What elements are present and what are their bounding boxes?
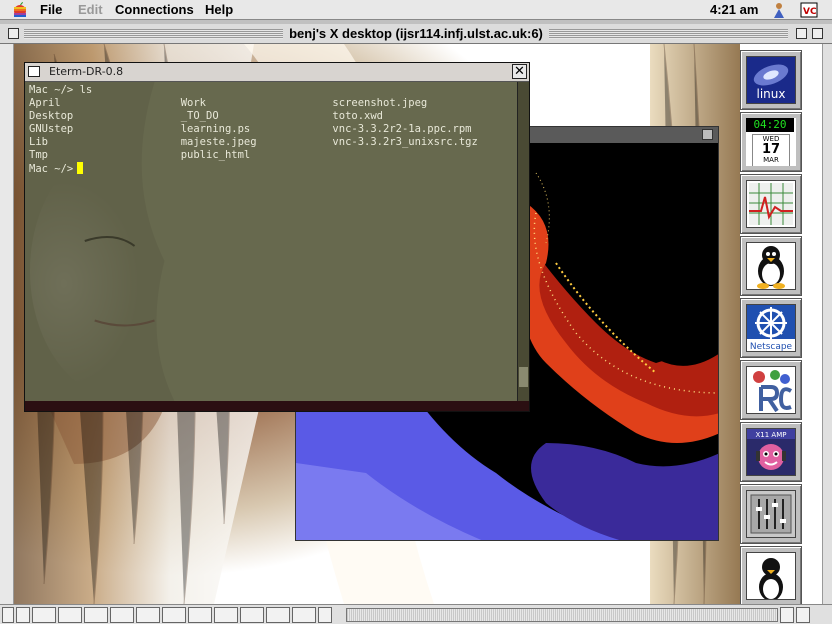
terminal-line: Desktop _TO_DO toto.xwd: [29, 110, 384, 122]
outer-window-title: benj's X desktop (ijsr114.infj.ulst.ac.u…: [283, 26, 549, 41]
menubar-clock[interactable]: 4:21 am: [710, 2, 758, 17]
strip-remote-icon[interactable]: [292, 607, 316, 623]
dock-cal-month: MAR: [763, 156, 779, 164]
dock-mixer[interactable]: [740, 484, 802, 544]
calendar-icon: WED 17 MAR: [752, 134, 790, 166]
zoom-box[interactable]: [796, 28, 807, 39]
irc-icon: [746, 366, 796, 414]
eterm-titlebar[interactable]: Eterm-DR-0.8 ✕: [25, 63, 529, 82]
strip-monitor-icon[interactable]: [32, 607, 56, 623]
eterm-scrollbar[interactable]: [517, 82, 529, 401]
strip-resolution-icon[interactable]: [136, 607, 160, 623]
xmms-label: X11 AMP: [756, 431, 787, 439]
fractal-resize-box[interactable]: [702, 129, 713, 140]
close-icon[interactable]: ✕: [512, 64, 527, 79]
dock-clock[interactable]: 04:20 WED 17 MAR: [740, 112, 802, 172]
dock-tux-2[interactable]: [740, 546, 802, 604]
terminal-line: Tmp public_html: [29, 149, 251, 161]
eterm-scroll-thumb[interactable]: [519, 367, 528, 387]
dock-linux[interactable]: linux: [740, 50, 802, 110]
linux-icon: linux: [746, 56, 796, 104]
mixer-icon: [746, 490, 796, 538]
menu-bar: File Edit Connections Help 4:21 am VC: [0, 0, 832, 20]
dock-irc[interactable]: [740, 360, 802, 420]
terminal-line: April Work screenshot.jpeg: [29, 97, 428, 109]
netscape-label: Netscape: [750, 342, 793, 351]
terminal-prompt: Mac ~/>: [29, 163, 74, 175]
menu-help[interactable]: Help: [205, 2, 233, 17]
linux-label: linux: [757, 87, 786, 101]
left-edge: [0, 44, 14, 604]
terminal-area[interactable]: Mac ~/> ls April Work screenshot.jpeg De…: [25, 82, 517, 401]
dock-clock-time: 04:20: [753, 118, 787, 131]
terminal-line: Mac ~/> ls: [29, 84, 93, 96]
eterm-window[interactable]: Eterm-DR-0.8 ✕ Mac ~/> ls April Work scr…: [24, 62, 530, 412]
wm-dock: linux 04:20 WED 17 MAR Netscape X11 AMP: [740, 44, 804, 604]
dock-netscape[interactable]: Netscape: [740, 298, 802, 358]
dock-tux[interactable]: [740, 236, 802, 296]
netscape-icon: Netscape: [746, 304, 796, 352]
strip-sound-icon[interactable]: [240, 607, 264, 623]
apple-icon[interactable]: [12, 1, 28, 17]
strip-appletalk-icon[interactable]: [214, 607, 238, 623]
dock-xmms[interactable]: X11 AMP: [740, 422, 802, 482]
horizontal-scrollbar[interactable]: [346, 608, 778, 622]
strip-scroll-left-button[interactable]: [16, 607, 30, 623]
menu-connections[interactable]: Connections: [115, 2, 194, 17]
terminal-line: Lib majeste.jpeg vnc-3.3.2r3_unixsrc.tgz: [29, 136, 478, 148]
tux-icon: [746, 552, 796, 600]
scroll-right-arrow[interactable]: [796, 607, 810, 623]
strip-printer-icon[interactable]: [162, 607, 186, 623]
terminal-line: GNUstep learning.ps vnc-3.3.2r2-1a.ppc.r…: [29, 123, 472, 135]
vnc-app-icon[interactable]: VC: [800, 1, 818, 19]
dock-monitor[interactable]: [740, 174, 802, 234]
dock-cal-date: 17: [761, 142, 781, 157]
menu-edit[interactable]: Edit: [78, 2, 103, 17]
strip-tv-icon[interactable]: [266, 607, 290, 623]
monitor-icon: [746, 180, 796, 228]
x-desktop[interactable]: Eterm-DR-0.8 ✕ Mac ~/> ls April Work scr…: [14, 44, 822, 604]
window-menu-button[interactable]: [28, 66, 40, 77]
strip-color-depth-icon[interactable]: [110, 607, 134, 623]
collapse-box[interactable]: [812, 28, 823, 39]
scroll-left-arrow[interactable]: [780, 607, 794, 623]
menu-file[interactable]: File: [40, 2, 62, 17]
outer-window-titlebar[interactable]: benj's X desktop (ijsr114.infj.ulst.ac.u…: [0, 24, 832, 44]
clock-icon: 04:20: [746, 118, 794, 132]
strip-collapse-button[interactable]: [2, 607, 14, 623]
control-strip: [0, 604, 832, 624]
strip-cd-icon[interactable]: [58, 607, 82, 623]
strip-file-sharing-icon[interactable]: [84, 607, 108, 623]
eterm-title: Eterm-DR-0.8: [49, 65, 124, 78]
strip-scroll-right-button[interactable]: [318, 607, 332, 623]
xmms-icon: X11 AMP: [746, 428, 796, 476]
terminal-cursor: [77, 162, 84, 174]
assistant-icon[interactable]: [770, 1, 788, 19]
svg-text:VC: VC: [803, 7, 817, 17]
tux-icon: [746, 242, 796, 290]
strip-volume-icon[interactable]: [188, 607, 212, 623]
right-scrollbar[interactable]: [822, 44, 832, 604]
